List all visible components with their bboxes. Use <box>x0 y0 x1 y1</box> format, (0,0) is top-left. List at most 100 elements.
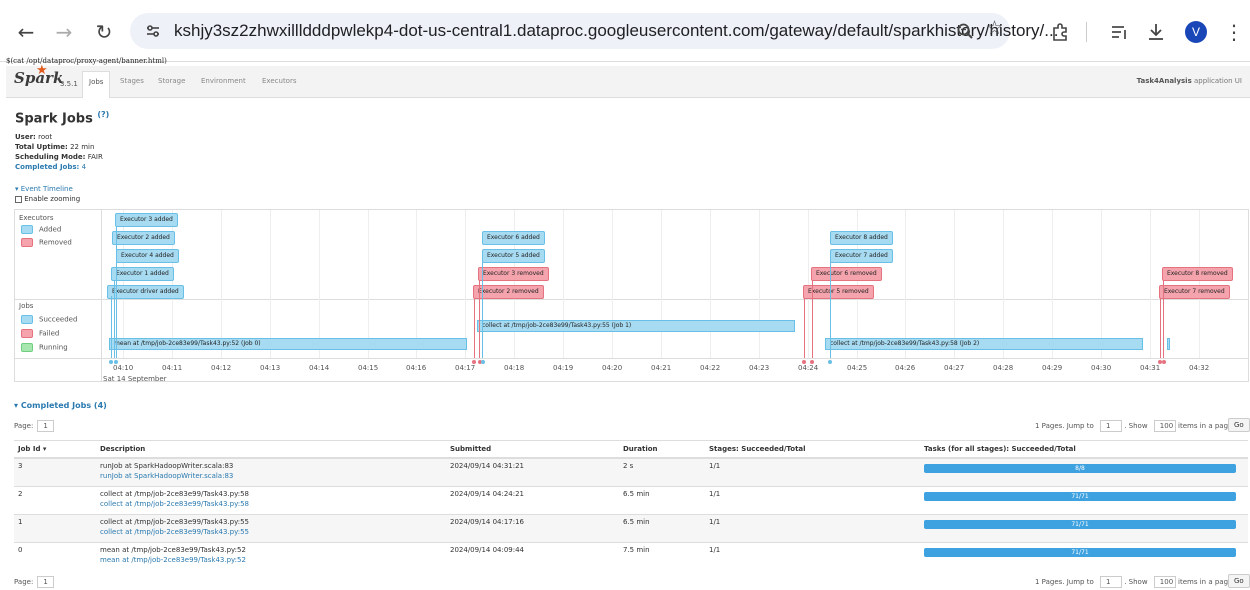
event-executor-driver-added[interactable]: Executor driver added <box>107 285 184 299</box>
user-info: User: root <box>15 133 53 141</box>
event-executor-5-removed[interactable]: Executor 5 removed <box>803 285 874 299</box>
timeline-job-3[interactable] <box>1167 338 1170 350</box>
job-submitted: 2024/09/14 04:31:21 <box>446 457 619 486</box>
job-link[interactable]: runJob at SparkHadoopWriter.scala:83 <box>100 472 442 480</box>
page-link[interactable]: 1 <box>37 420 54 432</box>
event-executor-8-removed[interactable]: Executor 8 removed <box>1162 267 1233 281</box>
download-icon[interactable] <box>1146 22 1166 42</box>
event-executor-5-added[interactable]: Executor 5 added <box>482 249 545 263</box>
timeline-gridline <box>319 210 320 358</box>
page-size-input[interactable]: 100 <box>1153 576 1176 588</box>
col-job-id[interactable]: Job Id ▾ <box>14 440 96 459</box>
event-dot <box>828 360 832 364</box>
site-settings-icon[interactable] <box>144 22 162 40</box>
legend-removed: Removed <box>21 238 72 247</box>
col-tasks[interactable]: Tasks (for all stages): Succeeded/Total <box>920 440 1248 459</box>
col-stages[interactable]: Stages: Succeeded/Total <box>705 440 920 459</box>
timeline-date: Sat 14 September <box>103 375 167 383</box>
col-description[interactable]: Description <box>96 440 446 459</box>
job-link[interactable]: collect at /tmp/job-2ce83e99/Task43.py:5… <box>100 500 442 508</box>
event-executor-6-added[interactable]: Executor 6 added <box>482 231 545 245</box>
legend-added: Added <box>21 225 61 234</box>
timeline-gridline <box>1150 210 1151 358</box>
timeline-gridline <box>1003 210 1004 358</box>
event-executor-1-added[interactable]: Executor 1 added <box>111 267 174 281</box>
profile-avatar[interactable]: V <box>1185 21 1207 43</box>
tab-jobs[interactable]: Jobs <box>82 71 111 98</box>
legend-failed: Failed <box>21 329 59 338</box>
job-tasks: 8/8 <box>920 457 1248 486</box>
help-link[interactable]: (?) <box>97 110 109 119</box>
address-bar[interactable]: kshjy3sz2zhwxillldddpwlekp4-dot-us-centr… <box>130 13 1058 49</box>
job-id: 3 <box>14 457 96 486</box>
uptime-info: Total Uptime: 22 min <box>15 143 95 151</box>
timeline-tick-label: 04:20 <box>602 364 623 372</box>
reading-list-icon[interactable] <box>1110 23 1128 41</box>
spark-star-icon: ★ <box>36 63 48 78</box>
toolbar-divider <box>1086 22 1087 42</box>
col-duration[interactable]: Duration <box>619 440 705 459</box>
timeline-tick-label: 04:13 <box>260 364 281 372</box>
page-link[interactable]: 1 <box>37 576 54 588</box>
event-marker <box>111 296 112 358</box>
url-text[interactable]: kshjy3sz2zhwxillldddpwlekp4-dot-us-centr… <box>174 21 1058 41</box>
event-timeline-toggle[interactable]: ▾ Event Timeline <box>15 185 73 193</box>
event-executor-3-removed[interactable]: Executor 3 removed <box>478 267 549 281</box>
event-executor-2-added[interactable]: Executor 2 added <box>112 231 175 245</box>
timeline-gridline <box>563 210 564 358</box>
timeline-gridline <box>1199 210 1200 358</box>
timeline-group-divider <box>15 299 1248 300</box>
event-executor-7-removed[interactable]: Executor 7 removed <box>1159 285 1230 299</box>
timeline-job-1[interactable]: collect at /tmp/job-2ce83e99/Task43.py:5… <box>477 320 795 332</box>
timeline-tick-label: 04:24 <box>798 364 819 372</box>
tasks-progress-bar: 71/71 <box>924 491 1236 501</box>
go-button-top[interactable]: Go <box>1228 418 1250 432</box>
tab-stages[interactable]: Stages <box>120 77 144 85</box>
event-executor-6-removed[interactable]: Executor 6 removed <box>811 267 882 281</box>
jump-to-input[interactable]: 1 <box>1099 576 1122 588</box>
tasks-progress-bar: 71/71 <box>924 519 1236 529</box>
timeline-tick-label: 04:29 <box>1042 364 1063 372</box>
event-dot <box>481 360 485 364</box>
timeline-tick-label: 04:14 <box>309 364 330 372</box>
job-link[interactable]: mean at /tmp/job-2ce83e99/Task43.py:52 <box>100 556 442 564</box>
job-stages: 1/1 <box>705 485 920 514</box>
back-arrow-icon[interactable]: ← <box>14 20 38 44</box>
more-menu-icon[interactable]: ⋮ <box>1222 20 1246 44</box>
job-link[interactable]: collect at /tmp/job-2ce83e99/Task43.py:5… <box>100 528 442 536</box>
timeline-gridline <box>221 210 222 358</box>
tab-environment[interactable]: Environment <box>201 77 246 85</box>
reload-icon[interactable]: ↻ <box>92 20 116 44</box>
event-executor-3-added[interactable]: Executor 3 added <box>115 213 178 227</box>
timeline-job-2[interactable]: collect at /tmp/job-2ce83e99/Task43.py:5… <box>825 338 1143 350</box>
timeline-tick-label: 04:18 <box>504 364 525 372</box>
go-button-bottom[interactable]: Go <box>1228 574 1250 588</box>
event-executor-7-added[interactable]: Executor 7 added <box>830 249 893 263</box>
zoom-checkbox[interactable] <box>15 195 22 203</box>
timeline-tick-label: 04:28 <box>993 364 1014 372</box>
completed-jobs-link[interactable]: Completed Jobs: 4 <box>15 163 86 171</box>
pager-top-right: 1 Pages. Jump to 1 . Show 100 items in a… <box>1035 420 1235 432</box>
event-executor-8-added[interactable]: Executor 8 added <box>830 231 893 245</box>
forward-arrow-icon[interactable]: → <box>52 20 76 44</box>
timeline-tick-label: 04:21 <box>651 364 672 372</box>
completed-jobs-heading[interactable]: ▾ Completed Jobs (4) <box>14 401 107 410</box>
tab-storage[interactable]: Storage <box>158 77 185 85</box>
extensions-icon[interactable] <box>1050 22 1070 42</box>
col-submitted[interactable]: Submitted <box>446 440 619 459</box>
zoom-icon[interactable] <box>956 22 974 40</box>
jump-to-input[interactable]: 1 <box>1099 420 1122 432</box>
job-id: 0 <box>14 541 96 570</box>
enable-zooming[interactable]: Enable zooming <box>15 195 80 203</box>
event-executor-2-removed[interactable]: Executor 2 removed <box>473 285 544 299</box>
timeline-job-0[interactable]: mean at /tmp/job-2ce83e99/Task43.py:52 (… <box>109 338 467 350</box>
bookmark-star-icon[interactable]: ☆ <box>986 17 1003 39</box>
timeline-gridline <box>661 210 662 358</box>
timeline-gridline <box>905 210 906 358</box>
job-id: 1 <box>14 513 96 542</box>
page-size-input[interactable]: 100 <box>1153 420 1176 432</box>
banner-text: $(cat /opt/dataproc/proxy-agent/banner.h… <box>6 57 167 65</box>
event-dot <box>1162 360 1166 364</box>
tab-executors[interactable]: Executors <box>262 77 297 85</box>
event-executor-4-added[interactable]: Executor 4 added <box>116 249 179 263</box>
